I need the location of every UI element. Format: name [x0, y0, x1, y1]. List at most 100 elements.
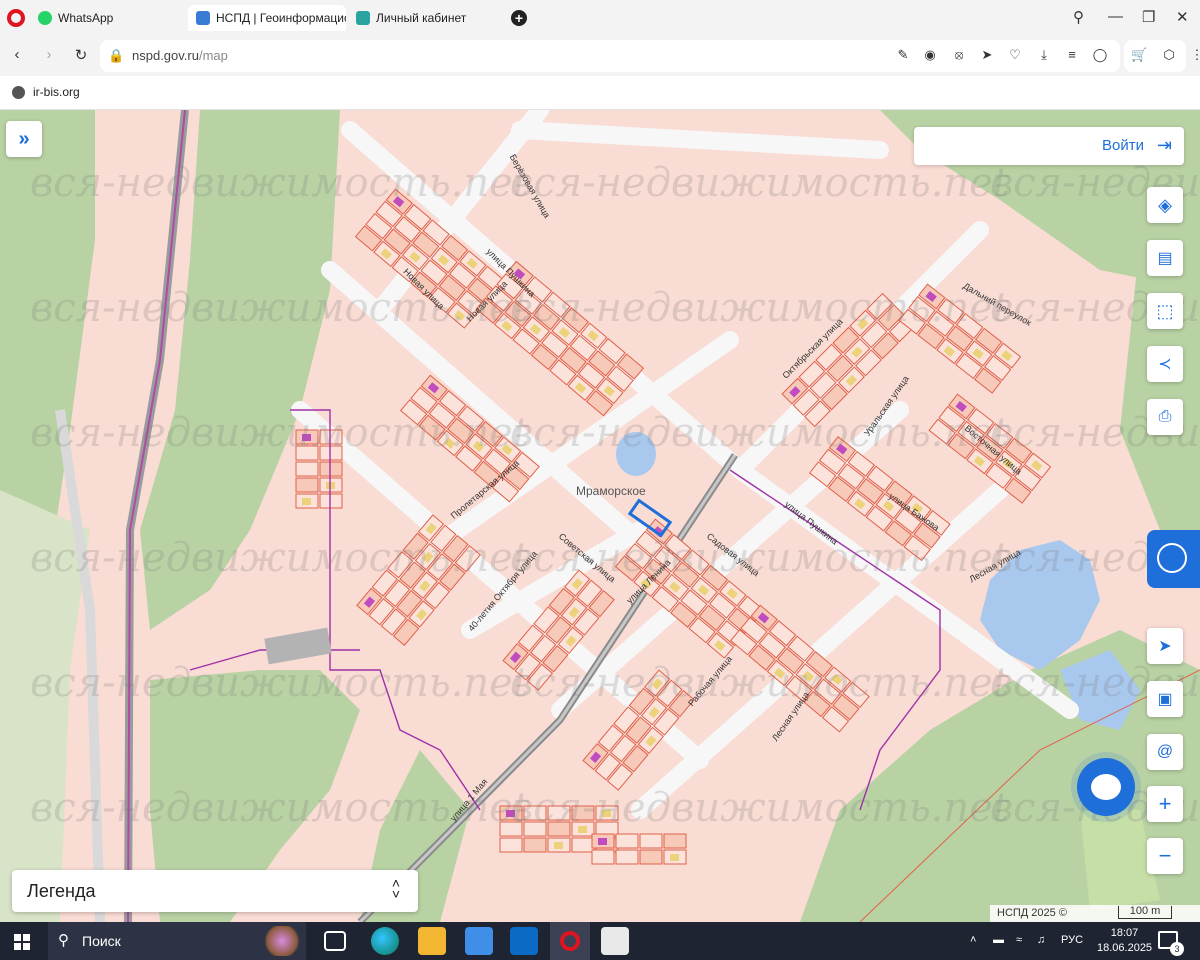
notification-count: 3 — [1170, 942, 1184, 956]
feedback-button[interactable] — [1147, 530, 1200, 588]
copyright-text: НСПД 2025 © — [997, 907, 1067, 919]
chevron-updown-icon: ˄ ˅ — [391, 875, 400, 902]
browser-tab-bar: WhatsApp НСПД | Геоинформацион Личный ка… — [0, 0, 1200, 36]
zoom-out-button[interactable]: − — [1147, 838, 1183, 874]
ruler-icon: ▤ — [1157, 250, 1173, 267]
measure-button[interactable]: ▤ — [1147, 240, 1183, 276]
search-location-button[interactable]: @ — [1147, 734, 1183, 770]
task-view-icon[interactable] — [324, 931, 346, 951]
store-icon[interactable] — [465, 927, 493, 955]
address-bar: ‹ › ↻ 🔒 nspd.gov.ru/map ✎ ◉ ⦻ ➤ ♡ ⤓ ≡ ◯ … — [0, 36, 1200, 76]
share-button[interactable]: ≺ — [1147, 346, 1183, 382]
print-button[interactable]: ⎙ — [1147, 399, 1183, 435]
layers-button[interactable]: ◈ — [1147, 187, 1183, 223]
double-chevron-right-icon: » — [18, 127, 30, 150]
profile-icon[interactable]: ◯ — [1092, 47, 1108, 63]
bookmark-ir-bis[interactable]: ir-bis.org — [12, 85, 80, 99]
menu-icon[interactable]: ≡ — [1064, 47, 1080, 63]
more-icon[interactable]: ⋮ — [1189, 47, 1200, 63]
outlook-icon[interactable] — [510, 927, 538, 955]
clock-date: 18.06.2025 — [1097, 942, 1153, 954]
url-host: nspd.gov.ru — [132, 48, 199, 63]
legend-panel[interactable]: Легенда ˄ ˅ — [12, 870, 418, 912]
nspd-favicon-icon — [196, 11, 210, 25]
opera-taskbar-button[interactable] — [550, 922, 590, 960]
meet-now-icon[interactable]: ▬ — [993, 934, 1004, 946]
language-indicator[interactable]: РУС — [1061, 934, 1083, 946]
camera-icon[interactable]: ◉ — [922, 47, 938, 63]
cadastral-map[interactable]: Берёзовая улица улица Пушкина Новая улиц… — [0, 110, 1200, 922]
login-button[interactable]: Войти ⇥ — [914, 127, 1184, 165]
send-icon[interactable]: ➤ — [979, 47, 995, 63]
gosuslugi-favicon-icon — [356, 11, 370, 25]
forward-button[interactable]: › — [40, 46, 58, 63]
layers-icon: ◈ — [1158, 194, 1172, 215]
share-icon: ≺ — [1158, 356, 1172, 373]
printer-icon: ⎙ — [1158, 408, 1172, 425]
expand-sidebar-button[interactable]: » — [6, 121, 42, 157]
scale-bar: 100 m — [1118, 906, 1172, 919]
minimize-button[interactable]: — — [1108, 8, 1123, 25]
login-arrow-icon: ⇥ — [1156, 135, 1172, 155]
select-area-icon: ⬚ — [1156, 300, 1174, 321]
close-window-button[interactable]: ✕ — [1176, 8, 1189, 26]
tab-label: Личный кабинет — [376, 11, 467, 25]
clock[interactable]: 18:07 18.06.2025 — [1097, 926, 1152, 956]
search-label: Поиск — [82, 933, 121, 949]
url-field[interactable] — [100, 40, 1120, 72]
show-hidden-icons[interactable]: ˄ — [970, 934, 976, 946]
windows-start-icon[interactable] — [14, 934, 30, 950]
bookmark-label: ir-bis.org — [33, 85, 80, 99]
chat-button[interactable] — [1077, 758, 1135, 816]
clock-time: 18:07 — [1110, 927, 1139, 939]
legend-label: Легенда — [27, 881, 96, 901]
edit-icon[interactable]: ✎ — [895, 47, 911, 63]
village-label: Мраморское — [576, 484, 646, 498]
windows-taskbar: ⚲ Поиск ˄ ▬ ≈ ♫ РУС 18:07 18.06.2025 3 — [0, 922, 1200, 960]
volume-icon[interactable]: ♫ — [1037, 934, 1045, 946]
map-attribution: НСПД 2025 © 100 m — [990, 905, 1200, 922]
opera-icon — [560, 931, 580, 951]
butterfly-icon — [262, 926, 302, 956]
tab-search-icon[interactable]: ⚲ — [1073, 8, 1084, 26]
url-path: /map — [198, 48, 228, 63]
new-tab-button[interactable]: + — [511, 10, 527, 26]
back-button[interactable]: ‹ — [8, 46, 26, 63]
heart-icon[interactable]: ♡ — [1007, 47, 1023, 63]
screen: WhatsApp НСПД | Геоинформацион Личный ка… — [0, 0, 1200, 960]
tab-personal-account[interactable]: Личный кабинет — [348, 5, 498, 31]
map-canvas — [0, 110, 1200, 922]
whatsapp-icon — [38, 11, 52, 25]
reload-button[interactable]: ↻ — [72, 46, 90, 64]
extensions-icon[interactable]: ⬡ — [1161, 47, 1177, 63]
adblock-icon[interactable]: ⦻ — [951, 47, 967, 63]
basemap-icon: ▣ — [1157, 691, 1173, 708]
at-location-icon: @ — [1156, 743, 1174, 760]
login-label: Войти — [1102, 137, 1144, 154]
feedback-icon — [1157, 543, 1187, 573]
plus-icon: + — [1158, 791, 1172, 816]
navigation-arrow-icon: ➤ — [1158, 638, 1172, 655]
geolocation-button[interactable]: ➤ — [1147, 628, 1183, 664]
file-explorer-icon[interactable] — [418, 927, 446, 955]
edge-icon[interactable] — [371, 927, 399, 955]
basemap-button[interactable]: ▣ — [1147, 681, 1183, 717]
zoom-in-button[interactable]: + — [1147, 786, 1183, 822]
restore-button[interactable]: ❐ — [1142, 8, 1155, 26]
url-text[interactable]: nspd.gov.ru/map — [132, 48, 228, 63]
opera-logo-icon[interactable] — [7, 9, 25, 27]
cart-icon[interactable]: 🛒 — [1131, 47, 1147, 63]
taskbar-search[interactable]: ⚲ Поиск — [48, 922, 306, 960]
globe-icon — [12, 85, 25, 99]
search-icon: ⚲ — [58, 932, 69, 949]
wifi-icon[interactable]: ≈ — [1016, 934, 1022, 946]
tab-nspd[interactable]: НСПД | Геоинформацион — [188, 5, 346, 31]
app-window-icon[interactable] — [601, 927, 629, 955]
minus-icon: − — [1158, 843, 1172, 868]
bookmarks-bar: ir-bis.org — [0, 76, 1200, 110]
download-icon[interactable]: ⤓ — [1036, 47, 1052, 63]
tab-label: НСПД | Геоинформацион — [216, 11, 346, 25]
tab-whatsapp[interactable]: WhatsApp — [30, 5, 180, 31]
select-area-button[interactable]: ⬚ — [1147, 293, 1183, 329]
chat-bubble-icon — [1091, 774, 1121, 800]
